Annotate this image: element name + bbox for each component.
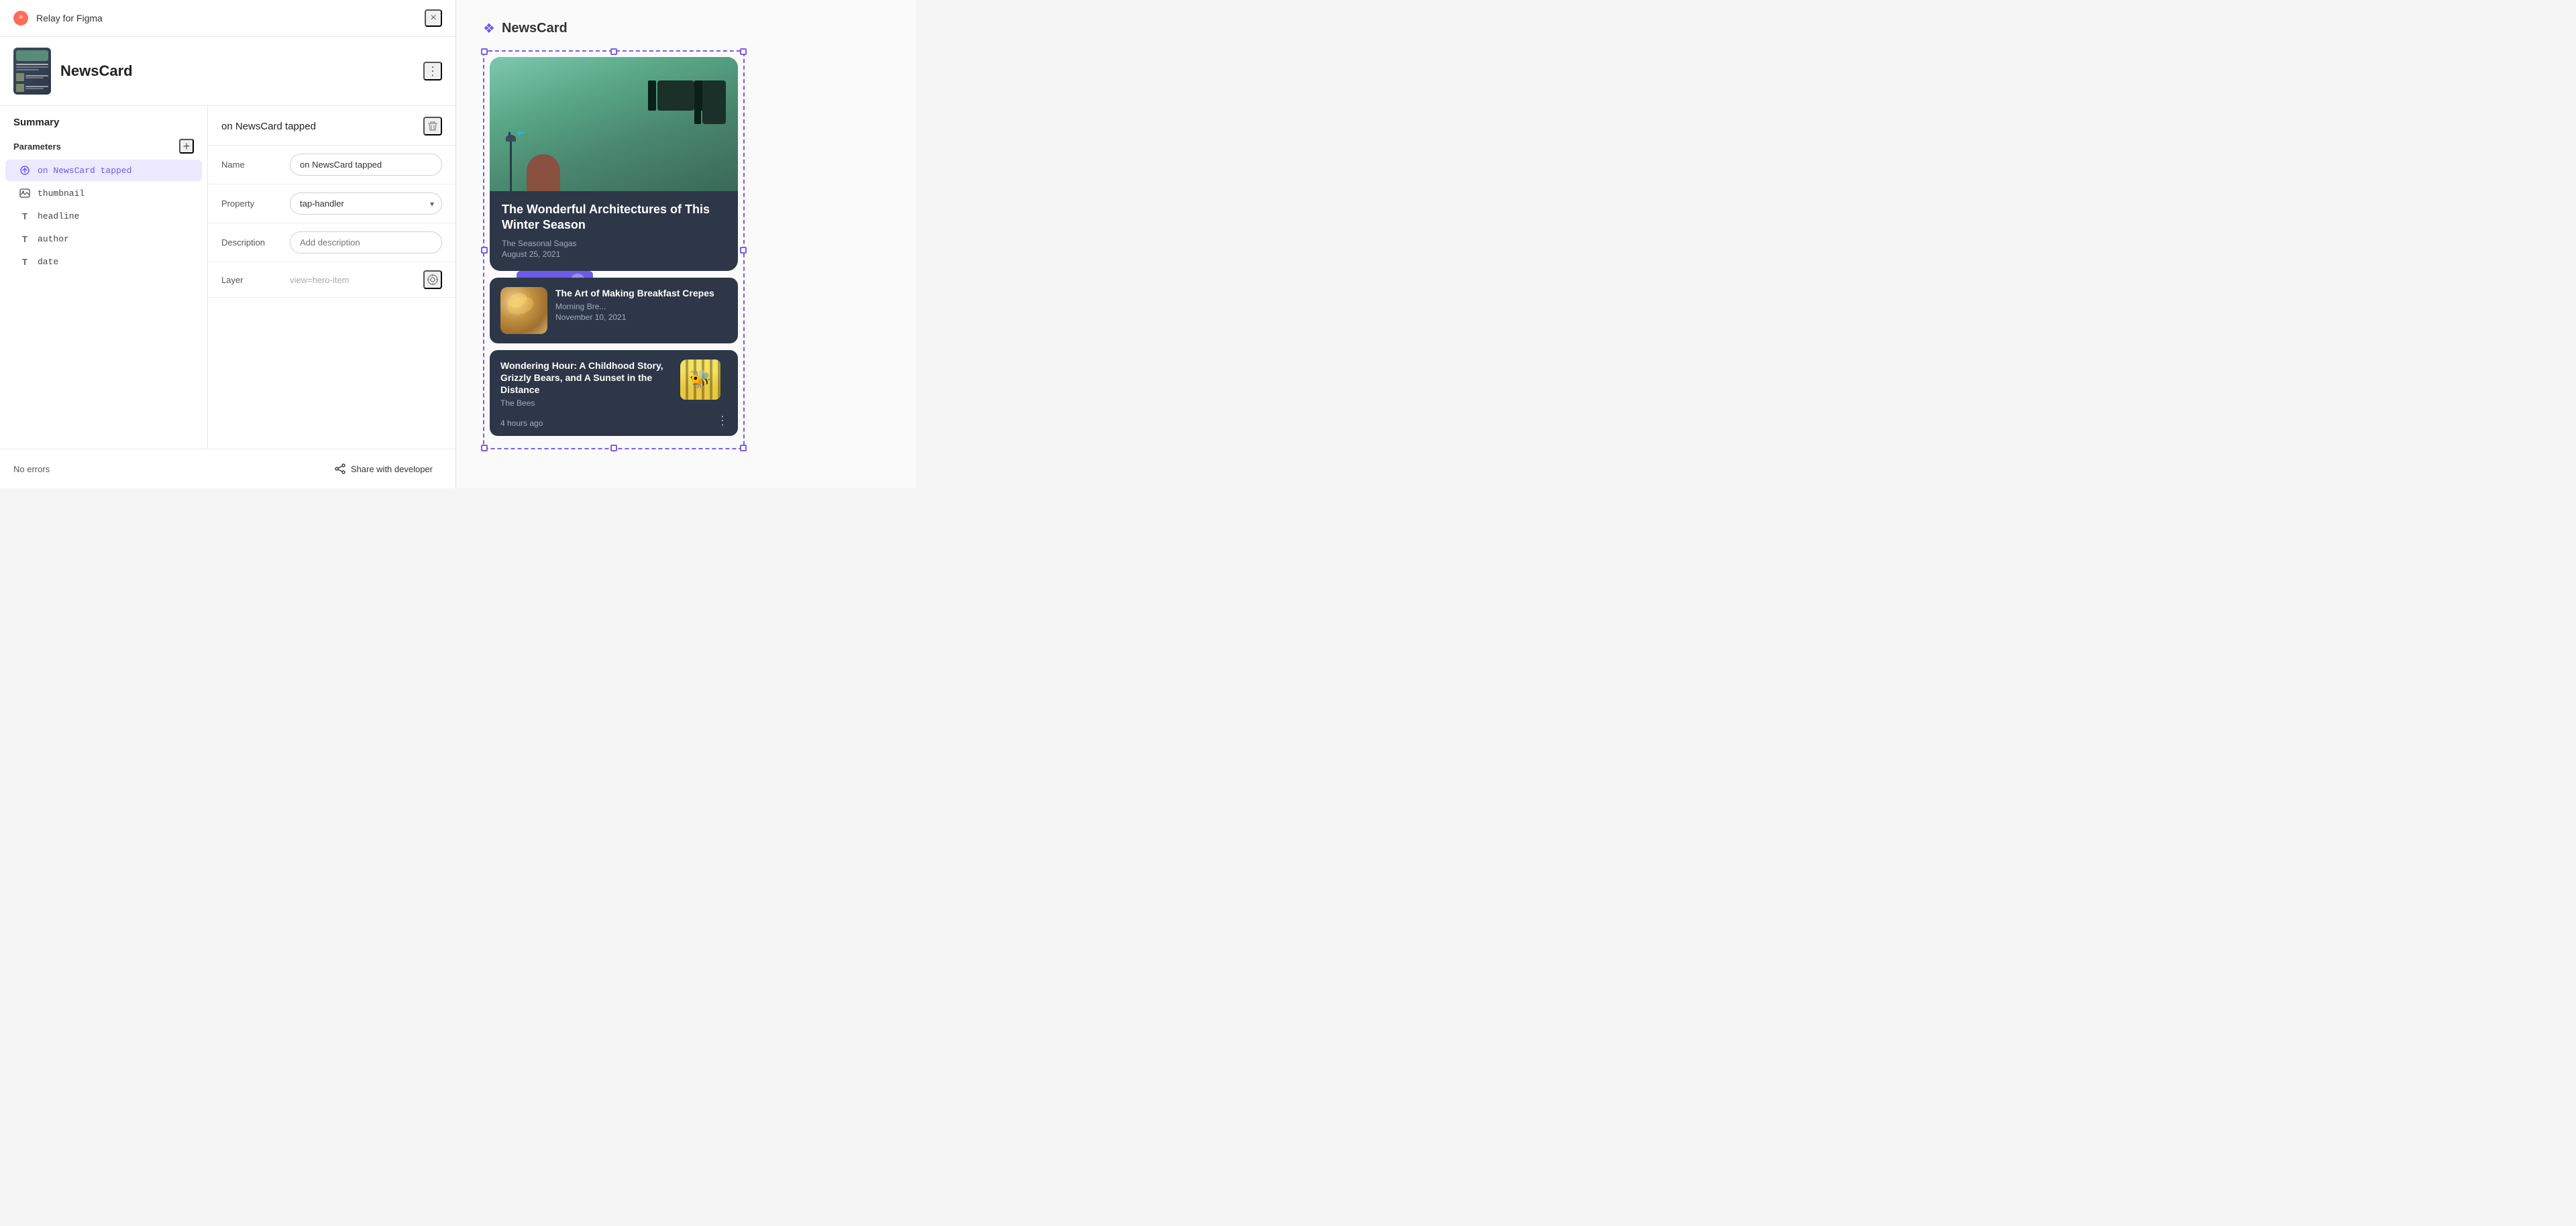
hero-card-title: The Wonderful Architectures of This Wint…: [502, 202, 726, 233]
handle-bottom-right[interactable]: [740, 445, 747, 451]
param-item-date[interactable]: T date: [5, 251, 202, 272]
add-parameter-button[interactable]: +: [179, 139, 194, 154]
property-row: Property tap-handler swipe-handler long-…: [208, 184, 455, 223]
list-card-more-button[interactable]: ⋮: [716, 414, 729, 428]
param-item-author[interactable]: T author: [5, 228, 202, 249]
name-label: Name: [221, 160, 282, 170]
summary-panel: Summary Parameters + on NewsCard tapped: [0, 106, 208, 449]
list-card-bee-date: 4 hours ago: [500, 419, 543, 428]
interaction-panel: on NewsCard tapped Name Property tap-han…: [208, 106, 455, 449]
interaction-title: on NewsCard tapped: [221, 121, 316, 132]
name-row: Name: [208, 146, 455, 184]
hero-card: 🐦 The Wonderful Architectures of This Wi…: [490, 57, 738, 271]
list-card-crepes: The Art of Making Breakfast Crepes Morni…: [490, 278, 738, 343]
panel-header-left: Relay for Figma: [13, 11, 103, 25]
parameters-header: Parameters +: [0, 133, 207, 159]
component-header-left: NewsCard: [13, 48, 133, 95]
param-name-date: date: [38, 257, 58, 267]
handle-left-mid[interactable]: [481, 247, 488, 254]
handle-top-left[interactable]: [481, 48, 488, 55]
component-thumbnail: [13, 48, 51, 95]
handle-bottom-left[interactable]: [481, 445, 488, 451]
component-name: NewsCard: [60, 62, 133, 80]
delete-button[interactable]: [423, 117, 442, 135]
list-card-thumb-crepes: [500, 287, 547, 334]
preview-title: ❖ NewsCard: [483, 20, 568, 37]
property-select-wrapper: tap-handler swipe-handler long-press-han…: [290, 192, 442, 215]
handle-bottom-mid[interactable]: [610, 445, 617, 451]
layer-input-wrapper: view=hero-item: [290, 270, 442, 289]
parameters-label: Parameters: [13, 142, 61, 152]
param-item-headline[interactable]: T headline: [5, 205, 202, 227]
param-name-thumbnail: thumbnail: [38, 188, 85, 199]
text-icon-date: T: [19, 256, 31, 268]
app-logo: [13, 11, 28, 25]
list-card-bee-content: Wondering Hour: A Childhood Story, Grizz…: [500, 359, 672, 410]
newscard-outline: 🐦 The Wonderful Architectures of This Wi…: [483, 50, 745, 449]
hero-card-author: The Seasonal Sagas: [502, 239, 726, 248]
panel-header: Relay for Figma ×: [0, 0, 455, 37]
handle-right-mid[interactable]: [740, 247, 747, 254]
param-name-headline: headline: [38, 211, 79, 221]
share-label: Share with developer: [351, 464, 433, 474]
list-card-crepes-author: Morning Bre...: [555, 302, 727, 311]
close-button[interactable]: ×: [425, 9, 442, 27]
hero-card-content: The Wonderful Architectures of This Wint…: [490, 191, 738, 271]
panel-footer: No errors Share with developer: [0, 449, 455, 488]
hero-image: 🐦: [490, 57, 738, 191]
list-card-1-wrapper: 354 × Hug + The Art of Making Breakfast …: [490, 278, 738, 343]
handle-top-mid[interactable]: [610, 48, 617, 55]
param-item-thumbnail[interactable]: thumbnail: [5, 182, 202, 204]
share-button[interactable]: Share with developer: [325, 459, 442, 479]
newscard-preview: 🐦 The Wonderful Architectures of This Wi…: [483, 50, 745, 449]
right-panel: ❖ NewsCard: [456, 0, 916, 488]
list-card-thumb-bee: 🐝: [680, 359, 727, 406]
component-header: NewsCard ⋮: [0, 37, 455, 106]
left-panel: Relay for Figma ×: [0, 0, 456, 488]
param-name-author: author: [38, 234, 69, 244]
handler-icon: [19, 164, 31, 176]
image-icon: [19, 187, 31, 199]
target-button[interactable]: [423, 270, 442, 289]
preview-title-text: NewsCard: [502, 21, 568, 36]
layer-label: Layer: [221, 275, 282, 285]
list-card-bee-title: Wondering Hour: A Childhood Story, Grizz…: [500, 359, 672, 396]
description-row: Description: [208, 223, 455, 262]
list-card-bee-date-wrapper: 4 hours ago: [500, 419, 543, 428]
handle-top-right[interactable]: [740, 48, 747, 55]
property-select[interactable]: tap-handler swipe-handler long-press-han…: [290, 192, 442, 215]
newscard-component-icon: ❖: [483, 20, 495, 37]
text-icon-author: T: [19, 233, 31, 245]
param-item-handler[interactable]: on NewsCard tapped: [5, 160, 202, 181]
summary-title: Summary: [0, 106, 207, 133]
more-button[interactable]: ⋮: [423, 62, 442, 80]
list-card-crepes-content: The Art of Making Breakfast Crepes Morni…: [555, 287, 727, 322]
description-input[interactable]: [290, 231, 442, 254]
list-card-bee: Wondering Hour: A Childhood Story, Grizz…: [490, 350, 738, 437]
list-card-bee-author: The Bees: [500, 398, 672, 408]
description-label: Description: [221, 237, 282, 247]
content-area: Summary Parameters + on NewsCard tapped: [0, 106, 455, 449]
name-input[interactable]: [290, 154, 442, 176]
hero-card-date: August 25, 2021: [502, 249, 726, 259]
layer-value: view=hero-item: [290, 275, 350, 285]
list-card-crepes-date: November 10, 2021: [555, 313, 727, 322]
parameter-list: on NewsCard tapped thumbnail T: [0, 159, 207, 273]
text-icon-headline: T: [19, 210, 31, 222]
list-card-crepes-title: The Art of Making Breakfast Crepes: [555, 287, 727, 299]
app-title: Relay for Figma: [36, 13, 103, 23]
layer-row: Layer view=hero-item: [208, 262, 455, 298]
interaction-header: on NewsCard tapped: [208, 106, 455, 146]
param-name-handler: on NewsCard tapped: [38, 166, 131, 176]
property-label: Property: [221, 199, 282, 209]
list-card-bee-inner: Wondering Hour: A Childhood Story, Grizz…: [500, 359, 727, 410]
no-errors-status: No errors: [13, 464, 50, 474]
